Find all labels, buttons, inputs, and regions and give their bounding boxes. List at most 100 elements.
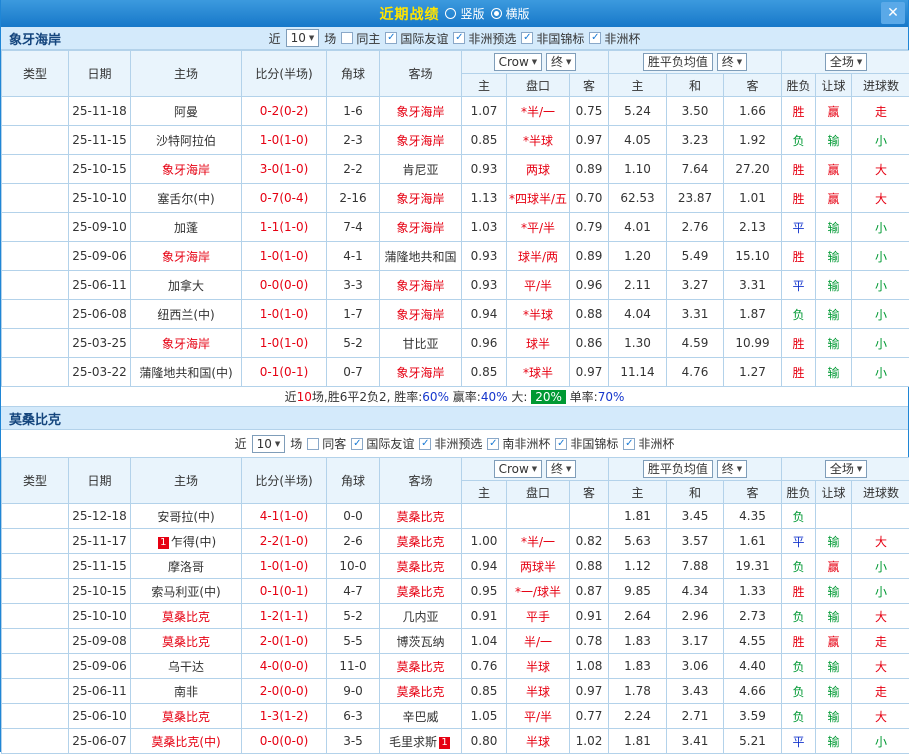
match-count-select[interactable]: 10 ▼: [286, 29, 320, 47]
avg-draw: 23.87: [667, 184, 724, 213]
filter-checkbox-非洲杯[interactable]: ✓非洲杯: [589, 30, 640, 47]
avg-draw: 3.57: [667, 529, 724, 554]
odds-away: [570, 504, 609, 529]
match-count-select[interactable]: 10 ▼: [252, 435, 286, 453]
avg-away-win: 10.99: [724, 329, 782, 358]
checkbox-icon: ✓: [589, 32, 601, 44]
avg-home-win: 1.78: [609, 679, 667, 704]
team-link[interactable]: 阿曼: [174, 105, 198, 119]
match-date: 25-10-10: [69, 604, 131, 629]
team-link[interactable]: 象牙海岸: [396, 192, 444, 206]
team-link[interactable]: 象牙海岸: [396, 134, 444, 148]
team-link[interactable]: 莫桑比克: [396, 685, 444, 699]
team-link[interactable]: 象牙海岸: [396, 105, 444, 119]
team-link[interactable]: 毛里求斯: [389, 735, 437, 749]
match-score: 0-2(0-2): [242, 97, 327, 126]
team-link[interactable]: 象牙海岸: [162, 337, 210, 351]
bookmaker-select[interactable]: Crow▼: [494, 53, 543, 71]
radio-horizontal-layout[interactable]: 横版: [491, 5, 530, 22]
matches-table: 类型 日期 主场 比分(半场) 角球 客场 Crow▼ 终▼ 胜平负均值 终▼: [1, 50, 909, 387]
team-link[interactable]: 象牙海岸: [162, 163, 210, 177]
filter-checkbox-非洲预选[interactable]: ✓非洲预选: [453, 30, 516, 47]
dropdown-arrow-icon: ▼: [857, 55, 862, 69]
match-date: 25-09-06: [69, 242, 131, 271]
avg-home-win: 5.24: [609, 97, 667, 126]
team-link[interactable]: 莫桑比克: [396, 560, 444, 574]
team-link[interactable]: 博茨瓦纳: [396, 635, 444, 649]
wdl-avg-select[interactable]: 胜平负均值: [643, 53, 713, 71]
odds-final-select[interactable]: 终▼: [546, 460, 576, 478]
team-link[interactable]: 象牙海岸: [162, 250, 210, 264]
filter-checkbox-非国锦标[interactable]: ✓非国锦标: [555, 435, 618, 452]
match-row: 南非洲杯25-06-07莫桑比克(中)0-0(0-0)3-5毛里求斯10.80半…: [2, 729, 909, 754]
team-link[interactable]: 蒲隆地共和国: [384, 250, 456, 264]
team-link[interactable]: 莫桑比克: [162, 710, 210, 724]
team-link[interactable]: 莫桑比克: [396, 585, 444, 599]
away-team-cell: 莫桑比克: [380, 504, 462, 529]
filter-checkbox-南非洲杯[interactable]: ✓南非洲杯: [487, 435, 550, 452]
team-link[interactable]: 沙特阿拉伯: [156, 134, 216, 148]
team-link[interactable]: 象牙海岸: [396, 279, 444, 293]
result-outcome: 胜: [782, 579, 816, 604]
checkbox-icon: ✓: [385, 32, 397, 44]
bookmaker-select[interactable]: Crow▼: [494, 460, 543, 478]
team-link[interactable]: 摩洛哥: [168, 560, 204, 574]
team-link[interactable]: 安哥拉(中): [157, 510, 214, 524]
team-link[interactable]: 塞舌尔(中): [157, 192, 214, 206]
match-date: 25-06-11: [69, 271, 131, 300]
filter-checkbox-国际友谊[interactable]: ✓国际友谊: [385, 30, 448, 47]
team-link[interactable]: 象牙海岸: [396, 308, 444, 322]
corner-count: 10-0: [327, 554, 380, 579]
team-link[interactable]: 乍得(中): [171, 535, 216, 549]
wdl-final-select[interactable]: 终▼: [717, 460, 747, 478]
team-link[interactable]: 莫桑比克: [162, 610, 210, 624]
close-button[interactable]: ✕: [881, 2, 905, 24]
odds-handicap: 平/半: [507, 271, 570, 300]
odds-final-select[interactable]: 终▼: [546, 53, 576, 71]
team-link[interactable]: 辛巴威: [402, 710, 438, 724]
team-link[interactable]: 纽西兰(中): [157, 308, 214, 322]
corner-count: 4-1: [327, 242, 380, 271]
titlebar-center: 近期战绩 竖版 横版: [379, 4, 529, 24]
team-link[interactable]: 莫桑比克(中): [151, 735, 220, 749]
team-link[interactable]: 索马利亚(中): [151, 585, 220, 599]
team-link[interactable]: 莫桑比克: [162, 635, 210, 649]
match-score: 1-0(1-0): [242, 126, 327, 155]
competition-badge: 非洲预选: [2, 184, 69, 213]
team-link[interactable]: 甘比亚: [402, 337, 438, 351]
filter-checkbox-同客[interactable]: 同客: [307, 435, 346, 452]
match-row: 非洲预选25-09-06乌干达4-0(0-0)11-0莫桑比克0.76半球1.0…: [2, 654, 909, 679]
corner-count: 3-3: [327, 271, 380, 300]
team-link[interactable]: 几内亚: [402, 610, 438, 624]
dropdown-arrow-icon: ▼: [737, 462, 742, 476]
filter-checkbox-非国锦标[interactable]: ✓非国锦标: [521, 30, 584, 47]
team-link[interactable]: 蒲隆地共和国(中): [139, 366, 232, 380]
filter-checkbox-同主[interactable]: 同主: [341, 30, 380, 47]
match-row: 非洲预选25-09-10加蓬1-1(1-0)7-4象牙海岸1.03*平/半0.7…: [2, 213, 909, 242]
odds-home: 0.95: [462, 579, 507, 604]
team-link[interactable]: 莫桑比克: [396, 535, 444, 549]
odds-home: 1.04: [462, 629, 507, 654]
team-link[interactable]: 莫桑比克: [396, 660, 444, 674]
avg-draw: 3.43: [667, 679, 724, 704]
wdl-avg-select[interactable]: 胜平负均值: [643, 460, 713, 478]
result-outcome: 胜: [782, 155, 816, 184]
scope-select[interactable]: 全场▼: [825, 460, 867, 478]
filter-checkbox-非洲预选[interactable]: ✓非洲预选: [419, 435, 482, 452]
team-link[interactable]: 象牙海岸: [396, 366, 444, 380]
odds-home: 0.85: [462, 358, 507, 387]
team-link[interactable]: 莫桑比克: [396, 510, 444, 524]
team-link[interactable]: 加拿大: [168, 279, 204, 293]
scope-select[interactable]: 全场▼: [825, 53, 867, 71]
match-date: 25-11-17: [69, 529, 131, 554]
team-link[interactable]: 肯尼亚: [402, 163, 438, 177]
team-link[interactable]: 加蓬: [174, 221, 198, 235]
filter-checkbox-国际友谊[interactable]: ✓国际友谊: [351, 435, 414, 452]
popup-title: 近期战绩: [379, 4, 439, 24]
team-link[interactable]: 乌干达: [168, 660, 204, 674]
radio-vertical-layout[interactable]: 竖版: [445, 5, 484, 22]
team-link[interactable]: 南非: [174, 685, 198, 699]
team-link[interactable]: 象牙海岸: [396, 221, 444, 235]
filter-checkbox-非洲杯[interactable]: ✓非洲杯: [623, 435, 674, 452]
wdl-final-select[interactable]: 终▼: [717, 53, 747, 71]
